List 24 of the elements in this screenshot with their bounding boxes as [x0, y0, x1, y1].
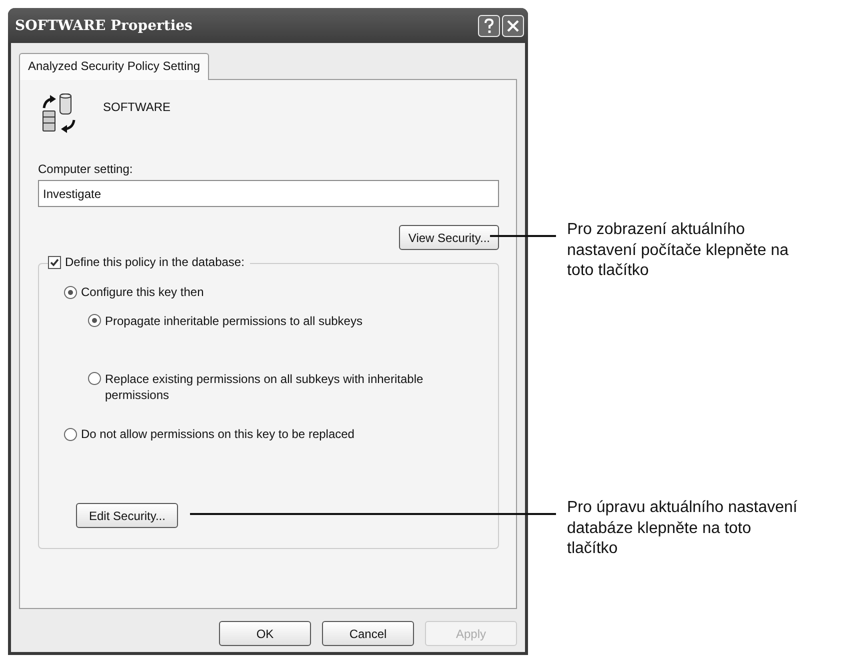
- callout-text: Pro zobrazení aktuálního nastavení počítače klepněte na toto tlačítko: [567, 220, 790, 281]
- object-name: SOFTWARE: [103, 100, 171, 114]
- radio-button[interactable]: [88, 372, 101, 385]
- radio-button[interactable]: [88, 314, 101, 327]
- radio-label: Replace existing permissions on all subkeys with inheritable permissions: [105, 371, 424, 403]
- field-label: Computer setting:: [38, 162, 134, 176]
- radio-label: Propagate inheritable permissions to all subkeys: [105, 313, 362, 329]
- view-security-button[interactable]: View Security...: [399, 225, 499, 250]
- close-icon[interactable]: [502, 14, 524, 36]
- callout-text: Pro úpravu aktuálního nastavení databáze klepněte na toto tlačítko: [567, 498, 798, 559]
- computer-setting-field[interactable]: Investigate: [38, 180, 499, 207]
- leader-line: [490, 235, 556, 237]
- radio-button[interactable]: [64, 286, 77, 299]
- window-title: SOFTWARE Properties: [15, 18, 192, 34]
- help-icon[interactable]: [478, 14, 500, 36]
- radio-button[interactable]: [64, 428, 77, 441]
- checkbox-label: Define this policy in the database:: [65, 255, 244, 269]
- checkbox[interactable]: [48, 256, 61, 268]
- dialog-button[interactable]: Cancel: [322, 621, 414, 646]
- edit-security-button[interactable]: Edit Security...: [76, 503, 178, 528]
- dialog-button[interactable]: OK: [219, 621, 311, 646]
- radio-label: Configure this key then: [81, 285, 204, 299]
- radio-label: Do not allow permissions on this key to be replaced: [81, 427, 354, 441]
- tab[interactable]: Analyzed Security Policy Setting: [19, 53, 210, 80]
